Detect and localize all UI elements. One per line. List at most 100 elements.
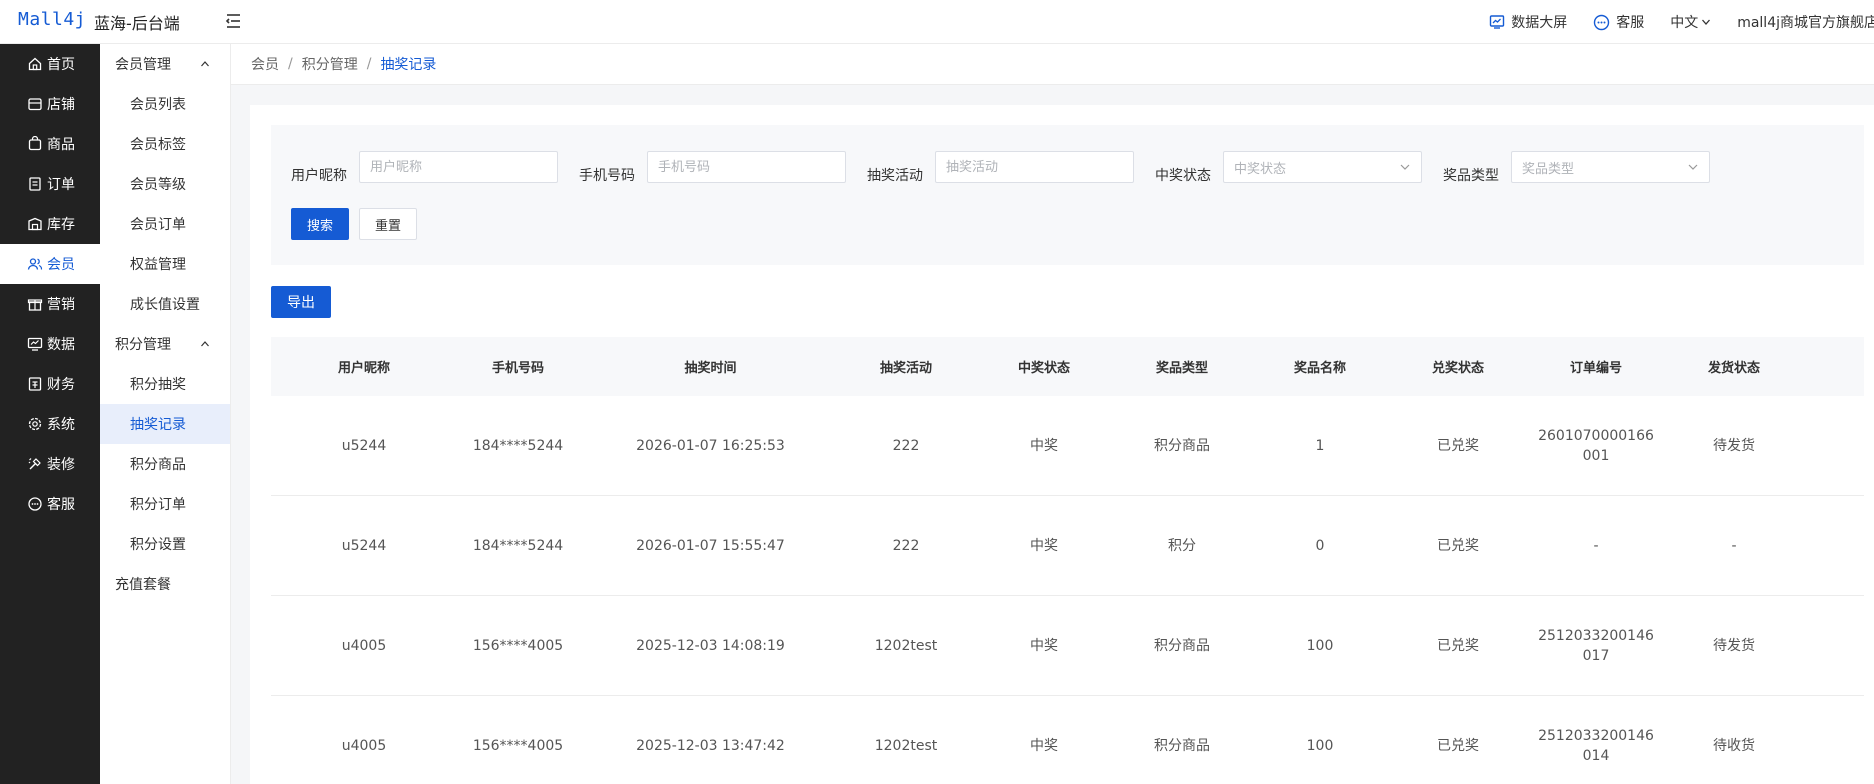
sidebar-item-order[interactable]: 订单 [0, 164, 100, 204]
table-cell: - [1731, 537, 1737, 554]
sidebar-item-decoration[interactable]: 装修 [0, 444, 100, 484]
table-cell: 1202test [874, 737, 938, 754]
table-cell: 已兑奖 [1437, 737, 1479, 754]
breadcrumb-item-member[interactable]: 会员 [251, 54, 279, 74]
column-header: 用户昵称 [337, 361, 390, 376]
sub-sidebar: 会员管理 会员列表 会员标签 会员等级 会员订单 权益管理 成长值设置 积分管理… [100, 44, 231, 784]
table-cell: 中奖 [1030, 537, 1058, 554]
submenu-item-points-lottery[interactable]: 积分抽奖 [100, 364, 230, 404]
sidebar-item-store[interactable]: 店铺 [0, 84, 100, 124]
submenu-item-lottery-records[interactable]: 抽奖记录 [100, 404, 230, 444]
phone-label: 手机号码 [579, 168, 635, 184]
submenu-item-benefits[interactable]: 权益管理 [100, 244, 230, 284]
sidebar-item-label: 营销 [47, 297, 75, 313]
header-actions: 数据大屏 客服 中文 mall4j商城官方旗舰店 [1489, 0, 1874, 44]
sidebar-item-service[interactable]: 客服 [0, 484, 100, 524]
table-cell: 待发货 [1713, 637, 1755, 654]
table-cell: 184****5244 [472, 537, 564, 554]
submenu-group-member-management[interactable]: 会员管理 [100, 44, 230, 84]
sidebar-item-label: 装修 [47, 457, 75, 473]
table-cell: 中奖 [1030, 637, 1058, 654]
column-header: 奖品类型 [1155, 361, 1208, 376]
sidebar-item-label: 首页 [47, 57, 75, 73]
table-cell: 2601070000166001 [1522, 396, 1670, 495]
logo[interactable]: Mall4j [18, 9, 86, 30]
breadcrumb-item-points[interactable]: 积分管理 [302, 54, 358, 74]
table-cell: 2025-12-03 13:47:42 [636, 737, 785, 754]
reset-button[interactable]: 重置 [359, 208, 417, 240]
table-cell: 中奖 [1030, 737, 1058, 754]
chevron-up-icon [201, 341, 209, 347]
nickname-input[interactable] [359, 151, 558, 183]
table-cell: u4005 [341, 637, 387, 654]
shop-name[interactable]: mall4j商城官方旗舰店 [1737, 12, 1874, 32]
table-cell: 已兑奖 [1437, 637, 1479, 654]
sidebar-item-marketing[interactable]: 营销 [0, 284, 100, 324]
submenu-item-points-settings[interactable]: 积分设置 [100, 524, 230, 564]
submenu-item-points-orders[interactable]: 积分订单 [100, 484, 230, 524]
table-cell: 2512033200146017 [1522, 596, 1670, 695]
column-header: 奖品名称 [1293, 361, 1346, 376]
submenu-item-member-orders[interactable]: 会员订单 [100, 204, 230, 244]
submenu-group-recharge-package[interactable]: 充值套餐 [100, 564, 230, 604]
sidebar-item-inventory[interactable]: 库存 [0, 204, 100, 244]
inventory-icon [28, 217, 42, 231]
phone-input[interactable] [647, 151, 846, 183]
submenu-group-label: 会员管理 [115, 57, 171, 73]
sidebar-item-member[interactable]: 会员 [0, 244, 100, 284]
customer-service-link[interactable]: 客服 [1593, 12, 1644, 32]
search-button[interactable]: 搜索 [291, 208, 349, 240]
sidebar-item-data[interactable]: 数据 [0, 324, 100, 364]
table-cell: 2026-01-07 15:55:47 [636, 537, 785, 554]
activity-input[interactable] [935, 151, 1134, 183]
table-cell: 0 [1315, 537, 1325, 554]
table-cell: 中奖 [1030, 437, 1058, 454]
submenu-item-member-tags[interactable]: 会员标签 [100, 124, 230, 164]
export-button[interactable]: 导出 [271, 286, 331, 318]
table-cell: 222 [892, 437, 920, 454]
sidebar-item-home[interactable]: 首页 [0, 44, 100, 84]
order-icon [29, 177, 41, 191]
prize-type-select[interactable]: 奖品类型 [1511, 151, 1710, 183]
submenu-item-points-products[interactable]: 积分商品 [100, 444, 230, 484]
table-row: u4005 156****4005 2025-12-03 13:47:42 12… [271, 696, 1864, 784]
table-cell: 100 [1306, 737, 1334, 754]
column-header: 手机号码 [491, 361, 544, 376]
lottery-records-table: 用户昵称 手机号码 抽奖时间 抽奖活动 中奖状态 奖品类型 奖品名称 兑奖状态 … [271, 337, 1864, 784]
data-screen-link[interactable]: 数据大屏 [1489, 12, 1567, 32]
submenu-item-growth-settings[interactable]: 成长值设置 [100, 284, 230, 324]
chat-bubble-icon [1594, 14, 1610, 30]
sidebar-item-label: 数据 [47, 337, 75, 353]
top-header: Mall4j 蓝海-后台端 数据大屏 客服 中文 mall4j商城官方旗舰店 [0, 0, 1874, 44]
language-label: 中文 [1670, 15, 1699, 31]
win-status-select[interactable]: 中奖状态 [1223, 151, 1422, 183]
order-number: 2512033200146014 [1538, 727, 1654, 764]
customer-service-label: 客服 [1616, 15, 1645, 31]
search-panel [271, 125, 1864, 265]
chat-icon [28, 497, 42, 511]
submenu-item-member-levels[interactable]: 会员等级 [100, 164, 230, 204]
language-selector[interactable]: 中文 [1670, 12, 1711, 32]
submenu-group-label: 积分管理 [115, 337, 171, 353]
product-icon [28, 136, 42, 151]
home-icon [28, 57, 42, 71]
sidebar-item-system[interactable]: 系统 [0, 404, 100, 444]
sidebar-item-label: 库存 [47, 217, 75, 233]
submenu-item-member-list[interactable]: 会员列表 [100, 84, 230, 124]
menu-collapse-icon[interactable] [222, 10, 244, 32]
table-cell: 2512033200146014 [1522, 696, 1670, 784]
table-row: u5244 184****5244 2026-01-07 15:55:47 22… [271, 496, 1864, 596]
order-number: - [1593, 537, 1599, 554]
submenu-group-points-management[interactable]: 积分管理 [100, 324, 230, 364]
sidebar-item-finance[interactable]: 财务 [0, 364, 100, 404]
table-cell: 100 [1306, 637, 1334, 654]
member-icon [27, 258, 43, 270]
prize-type-placeholder: 奖品类型 [1522, 161, 1575, 177]
table-cell: 已兑奖 [1437, 537, 1479, 554]
sidebar-item-product[interactable]: 商品 [0, 124, 100, 164]
column-header: 抽奖时间 [684, 361, 737, 376]
table-cell: 1 [1315, 437, 1325, 454]
table-cell: 积分 [1168, 537, 1196, 554]
chart-icon [27, 337, 43, 351]
decoration-icon [28, 458, 41, 470]
